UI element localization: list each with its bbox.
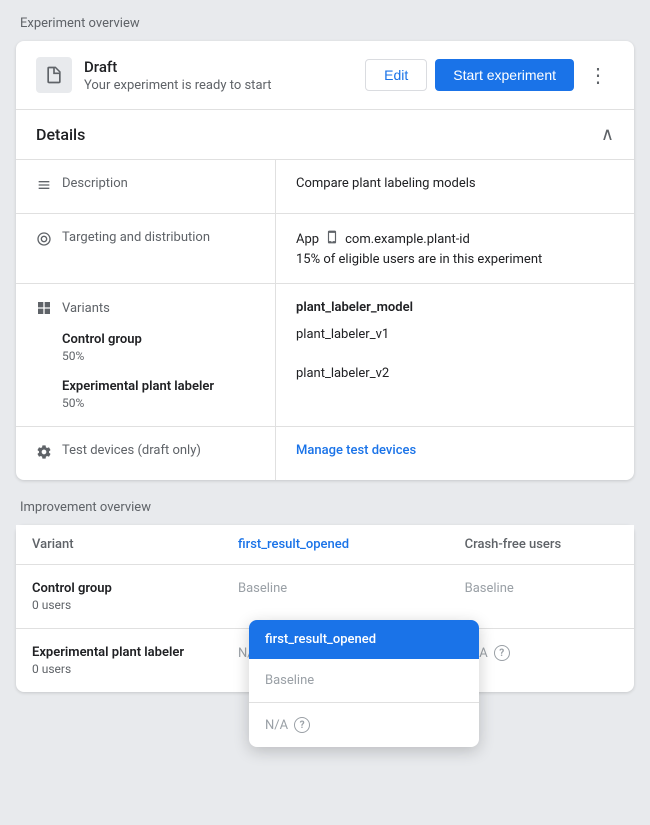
details-section: Details ∧ Description Compare plant labe…: [16, 110, 634, 480]
targeting-label-cell: Targeting and distribution: [16, 214, 276, 283]
app-row: App com.example.plant-id: [296, 230, 614, 248]
details-title: Details: [36, 125, 85, 144]
experimental-value: plant_labeler_v2: [296, 366, 614, 381]
improvement-card: Variant first_result_opened Crash-free u…: [16, 525, 634, 692]
metric-popup-na-row: N/A ?: [249, 703, 479, 747]
app-label: App: [296, 232, 319, 247]
description-value: Compare plant labeling models: [276, 160, 634, 213]
control-group-value: plant_labeler_v1: [296, 327, 614, 342]
eligibility-text: 15% of eligible users are in this experi…: [296, 252, 614, 267]
experimental-value-item: plant_labeler_v2: [296, 366, 614, 381]
description-icon: [36, 177, 52, 197]
details-header: Details ∧: [16, 110, 634, 160]
experimental-group-cell: Experimental plant labeler 0 users: [16, 629, 222, 693]
control-group-pct: 50%: [62, 349, 255, 363]
col-crash-header: Crash-free users: [449, 525, 634, 565]
control-group-row-name: Control group: [32, 581, 206, 596]
col-metric-header: first_result_opened: [222, 525, 449, 565]
manage-test-devices-link[interactable]: Manage test devices: [296, 443, 416, 458]
improvement-overview-title: Improvement overview: [16, 500, 634, 515]
draft-text: Draft Your experiment is ready to start: [84, 58, 365, 93]
col-variant-header: Variant: [16, 525, 222, 565]
more-icon: ⋮: [588, 63, 608, 88]
test-devices-value-cell: Manage test devices: [276, 427, 634, 480]
control-group-row-users: 0 users: [32, 598, 206, 612]
variants-label: Variants: [62, 301, 110, 316]
control-group-cell: Control group 0 users: [16, 565, 222, 629]
targeting-label: Targeting and distribution: [62, 230, 210, 245]
variants-model-header: plant_labeler_model: [296, 300, 614, 315]
experimental-item: Experimental plant labeler 50%: [62, 379, 255, 410]
popup-na-text: N/A: [265, 718, 288, 733]
variants-row: Variants Control group 50% Experimental …: [16, 284, 634, 427]
experimental-pct: 50%: [62, 396, 255, 410]
start-experiment-button[interactable]: Start experiment: [435, 59, 574, 91]
experiment-overview-title: Experiment overview: [16, 16, 634, 31]
test-devices-icon: [36, 444, 52, 464]
targeting-icon: [36, 231, 52, 251]
experimental-row-name: Experimental plant labeler: [32, 645, 206, 660]
table-row: Control group 0 users Baseline Baseline: [16, 565, 634, 629]
control-group-value-item: plant_labeler_v1: [296, 327, 614, 342]
control-group-metric-cell: Baseline: [222, 565, 449, 629]
draft-icon: [36, 57, 72, 93]
collapse-icon[interactable]: ∧: [601, 124, 614, 145]
more-options-button[interactable]: ⋮: [582, 59, 614, 92]
experiment-card: Draft Your experiment is ready to start …: [16, 41, 634, 480]
description-row: Description Compare plant labeling model…: [16, 160, 634, 214]
experimental-name: Experimental plant labeler: [62, 379, 255, 394]
metric-popup: first_result_opened Baseline N/A ?: [249, 620, 479, 747]
edit-button[interactable]: Edit: [365, 59, 427, 91]
app-value: com.example.plant-id: [345, 232, 470, 247]
control-group-name: Control group: [62, 332, 255, 347]
targeting-value-cell: App com.example.plant-id 15% of eligible…: [276, 214, 634, 283]
description-label-cell: Description: [16, 160, 276, 213]
description-label: Description: [62, 176, 128, 191]
crash-na-value: N/A ?: [465, 645, 618, 661]
draft-actions: Edit Start experiment ⋮: [365, 59, 614, 92]
targeting-row: Targeting and distribution App com.examp…: [16, 214, 634, 284]
experimental-row-users: 0 users: [32, 662, 206, 676]
draft-label: Draft: [84, 58, 365, 76]
app-icon: [325, 230, 339, 248]
table-header-row: Variant first_result_opened Crash-free u…: [16, 525, 634, 565]
crash-help-icon[interactable]: ?: [494, 645, 510, 661]
popup-na-value: N/A ?: [265, 717, 463, 733]
variants-groups: Control group 50% Experimental plant lab…: [62, 332, 255, 410]
document-icon: [44, 65, 64, 85]
draft-sublabel: Your experiment is ready to start: [84, 78, 365, 93]
variants-label-cell: Variants Control group 50% Experimental …: [16, 284, 276, 426]
variants-value-cell: plant_labeler_model plant_labeler_v1 pla…: [276, 284, 634, 426]
popup-help-icon[interactable]: ?: [294, 717, 310, 733]
metric-popup-header: first_result_opened: [249, 620, 479, 659]
popup-baseline-label: Baseline: [265, 673, 314, 688]
variants-label-top: Variants: [36, 300, 255, 316]
test-devices-label: Test devices (draft only): [62, 443, 201, 458]
test-devices-label-cell: Test devices (draft only): [16, 427, 276, 480]
draft-header: Draft Your experiment is ready to start …: [16, 41, 634, 110]
variant-values: plant_labeler_v1 plant_labeler_v2: [296, 327, 614, 381]
control-group-crash-cell: Baseline: [449, 565, 634, 629]
control-group-item: Control group 50%: [62, 332, 255, 363]
metric-popup-baseline-row: Baseline: [249, 659, 479, 703]
test-devices-row: Test devices (draft only) Manage test de…: [16, 427, 634, 480]
